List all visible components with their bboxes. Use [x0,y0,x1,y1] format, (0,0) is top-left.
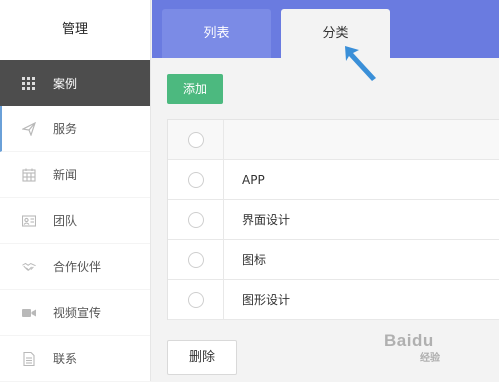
table-row: 界面设计 [168,200,499,240]
sidebar-item-news[interactable]: 新闻 [0,152,150,198]
table-header-row [168,120,499,160]
select-all-radio[interactable] [187,131,204,148]
paper-plane-icon [22,121,36,136]
sidebar-item-contact[interactable]: 联系 [0,336,150,382]
baidu-watermark: Baidu 经验 [360,325,499,365]
grid-icon [22,76,36,90]
row-name: 图形设计 [242,293,291,307]
table-row: 图形设计 [168,280,499,320]
row-name: 界面设计 [242,213,291,227]
id-card-icon [22,214,36,228]
sidebar-item-video[interactable]: 视频宣传 [0,290,150,336]
sidebar-title: 管理 [61,22,88,37]
row-name: APP [242,172,265,187]
video-camera-icon [22,306,36,320]
sidebar-item-label: 新闻 [53,168,78,182]
sidebar-item-label: 视频宣传 [53,306,102,320]
row-select-radio[interactable] [187,291,204,308]
sidebar-item-label: 团队 [53,214,78,228]
calendar-icon [22,168,36,182]
sidebar-item-services[interactable]: 服务 [0,106,150,152]
pointer-arrow-icon [345,46,376,81]
category-table: APP 界面设计 图标 图形设计 [167,119,499,320]
delete-button[interactable]: 删除 [167,340,237,375]
handshake-icon [22,260,36,274]
sidebar: 管理 案例 服务 新闻 团队 合作伙伴 视频宣传 联系 [0,0,151,382]
sidebar-item-label: 合作伙伴 [53,260,102,274]
table-row: 图标 [168,240,499,280]
row-select-radio[interactable] [187,171,204,188]
sidebar-item-partners[interactable]: 合作伙伴 [0,244,150,290]
document-icon [22,351,36,366]
add-button[interactable]: 添加 [167,74,223,104]
table-row: APP [168,160,499,200]
sidebar-item-label: 服务 [53,122,78,136]
row-name: 图标 [242,253,267,267]
watermark-sub: 经验 [420,353,440,364]
watermark-text: Baidu [384,331,434,350]
row-select-radio[interactable] [187,251,204,268]
tab-list[interactable]: 列表 [162,9,271,58]
tab-bar: 列表 分类 [152,0,499,58]
sidebar-item-label: 联系 [53,352,78,366]
sidebar-item-cases[interactable]: 案例 [0,60,150,106]
sidebar-item-team[interactable]: 团队 [0,198,150,244]
sidebar-item-label: 案例 [53,76,78,91]
row-select-radio[interactable] [187,211,204,228]
